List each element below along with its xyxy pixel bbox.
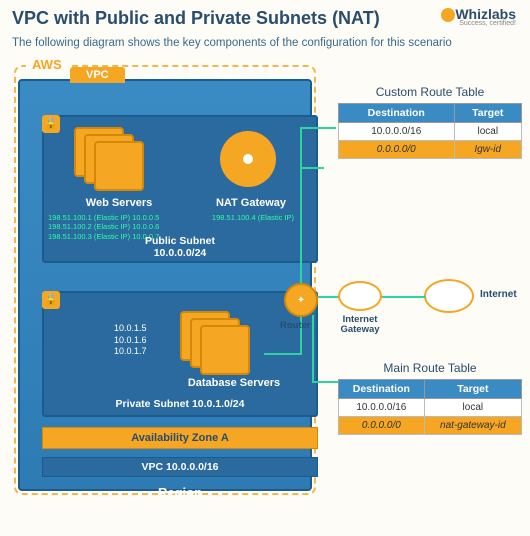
internet-cloud-icon	[424, 279, 474, 313]
web-servers-icon	[74, 127, 158, 191]
rt-header: Target	[424, 380, 521, 399]
database-servers-icon	[180, 311, 264, 375]
brand-tagline: Success, certified!	[441, 20, 516, 27]
router-icon: ✦	[284, 283, 318, 317]
link-line	[300, 167, 324, 169]
rt-header: Destination	[339, 104, 455, 123]
route-table-title: Main Route Table	[338, 361, 522, 375]
private-subnet-label: Private Subnet 10.0.1.0/24	[44, 398, 316, 410]
ip-line: 198.51.100.2 (Elastic IP) 10.0.0.6	[48, 222, 159, 231]
page-subtitle: The following diagram shows the key comp…	[0, 33, 530, 57]
ip-line: 10.0.1.6	[114, 335, 147, 347]
diagram-canvas: AWS VPC 🔒 Web Servers NAT Gateway 198.51…	[4, 57, 526, 507]
brand-ball-icon	[441, 8, 455, 22]
database-servers-label: Database Servers	[179, 377, 289, 389]
private-ip-list: 10.0.1.5 10.0.1.6 10.0.1.7	[114, 323, 147, 358]
link-line	[380, 296, 426, 298]
link-line	[312, 381, 338, 383]
rt-header: Destination	[339, 380, 425, 399]
route-table-title: Custom Route Table	[338, 85, 522, 99]
link-line	[316, 296, 340, 298]
link-line	[300, 167, 302, 287]
web-servers-label: Web Servers	[74, 197, 164, 209]
nat-ip: 198.51.100.4 (Elastic IP)	[198, 213, 308, 222]
ip-line: 10.0.1.5	[114, 323, 147, 335]
vpc-box: 🔒 Web Servers NAT Gateway 198.51.100.1 (…	[18, 79, 312, 491]
main-route-table: Main Route Table Destination Target 10.0…	[338, 361, 522, 435]
nat-gateway-label: NAT Gateway	[206, 197, 296, 209]
availability-zone-bar: Availability Zone A	[42, 427, 318, 449]
internet-gateway-label: Internet Gateway	[332, 315, 388, 336]
link-line	[264, 353, 300, 355]
link-line	[300, 127, 302, 169]
internet-label: Internet	[480, 289, 517, 300]
ip-line: 10.0.1.7	[114, 346, 147, 358]
vpc-cidr-bar: VPC 10.0.0.0/16	[42, 457, 318, 477]
rt-header: Target	[454, 104, 521, 123]
vpc-tab: VPC	[70, 67, 125, 83]
link-line	[312, 315, 314, 383]
ip-line: 198.51.100.1 (Elastic IP) 10.0.0.5	[48, 213, 159, 222]
link-line	[300, 127, 336, 129]
brand-logo: Whizlabs Success, certified!	[441, 6, 516, 27]
table-row: 0.0.0.0/0nat-gateway-id	[339, 417, 522, 435]
table-row: 0.0.0.0/0Igw-id	[339, 141, 522, 159]
nat-gateway-icon	[220, 131, 276, 187]
public-subnet-label: Public Subnet10.0.0.0/24	[44, 235, 316, 259]
aws-label: AWS	[26, 57, 68, 72]
lock-icon: 🔒	[42, 291, 60, 309]
region-label: Region	[42, 485, 318, 500]
lock-icon: 🔒	[42, 115, 60, 133]
table-row: 10.0.0.0/16local	[339, 123, 522, 141]
custom-route-table: Custom Route Table Destination Target 10…	[338, 85, 522, 159]
internet-gateway-icon	[338, 281, 382, 311]
router-label: Router	[280, 320, 311, 331]
table-row: 10.0.0.0/16local	[339, 399, 522, 417]
public-subnet-group: 🔒 Web Servers NAT Gateway 198.51.100.1 (…	[42, 115, 318, 263]
